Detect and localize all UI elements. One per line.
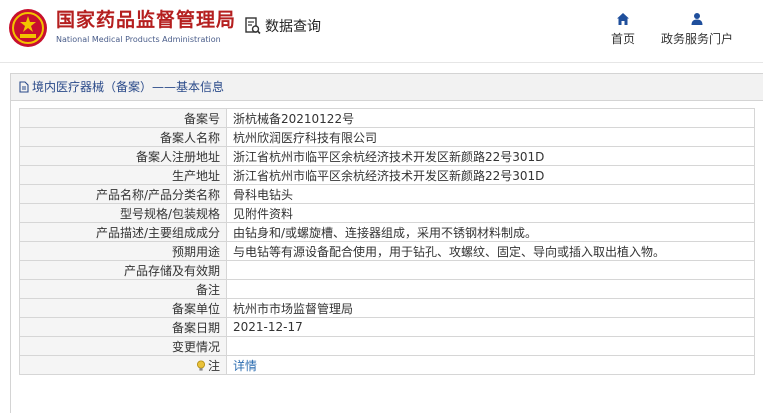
top-nav: 首页 政务服务门户 (585, 12, 733, 47)
table-row: 备注 (19, 279, 755, 299)
row-value: 浙江省杭州市临平区余杭经济技术开发区新颜路22号301D (226, 146, 755, 166)
row-value: 与电钻等有源设备配合使用，用于钻孔、攻螺纹、固定、导向或插入取出植入物。 (226, 241, 755, 261)
table-row: 注 详情 (19, 355, 755, 375)
row-key: 备案日期 (19, 317, 227, 337)
row-value: 见附件资料 (226, 203, 755, 223)
site-name: 国家药品监督管理局 (56, 9, 237, 31)
row-key: 产品名称/产品分类名称 (19, 184, 227, 204)
table-row: 备案号 浙杭械备20210122号 (19, 108, 755, 128)
details-link[interactable]: 详情 (233, 359, 257, 373)
row-value: 详情 (226, 355, 755, 375)
home-icon (616, 13, 629, 25)
row-value (226, 260, 755, 280)
row-value: 由钻身和/或螺旋槽、连接器组成，采用不锈钢材料制成。 (226, 222, 755, 242)
row-key: 产品存储及有效期 (19, 260, 227, 280)
table-row: 型号规格/包装规格 见附件资料 (19, 203, 755, 223)
row-value: 杭州欣润医疗科技有限公司 (226, 127, 755, 147)
row-key: 型号规格/包装规格 (19, 203, 227, 223)
detail-table: 备案号 浙杭械备20210122号 备案人名称 杭州欣润医疗科技有限公司 备案人注册… (19, 108, 755, 375)
row-key: 预期用途 (19, 241, 227, 261)
table-row: 预期用途 与电钻等有源设备配合使用，用于钻孔、攻螺纹、固定、导向或插入取出植入物。 (19, 241, 755, 261)
row-value: 骨科电钻头 (226, 184, 755, 204)
row-value: 浙杭械备20210122号 (226, 108, 755, 128)
panel-title-text: 境内医疗器械（备案）——基本信息 (32, 80, 225, 94)
row-key: 备案号 (19, 108, 227, 128)
note-key-label: 注 (207, 358, 220, 373)
table-row: 备案人注册地址 浙江省杭州市临平区余杭经济技术开发区新颜路22号301D (19, 146, 755, 166)
row-value (226, 279, 755, 299)
row-key: 产品描述/主要组成成分 (19, 222, 227, 242)
site-header: 国家药品监督管理局 National Medical Products Admi… (0, 0, 763, 63)
table-row: 备案日期 2021-12-17 (19, 317, 755, 337)
table-row: 产品名称/产品分类名称 骨科电钻头 (19, 184, 755, 204)
site-brand[interactable]: 国家药品监督管理局 National Medical Products Admi… (56, 8, 236, 46)
row-key: 备案人注册地址 (19, 146, 227, 166)
row-value (226, 336, 755, 356)
panel-title: 境内医疗器械（备案）——基本信息 (11, 74, 763, 101)
detail-panel: 境内医疗器械（备案）——基本信息 备案号 浙杭械备20210122号 备案人名称杭… (10, 73, 763, 413)
nav-home-label: 首页 (610, 32, 635, 46)
nav-gov-portal-label: 政务服务门户 (660, 32, 733, 46)
nav-home[interactable]: 首页 (611, 12, 635, 47)
data-query-label: 数据查询 (265, 19, 321, 35)
table-row: 变更情况 (19, 336, 755, 356)
table-row: 生产地址 浙江省杭州市临平区余杭经济技术开发区新颜路22号301D (19, 165, 755, 185)
search-document-icon (245, 17, 261, 35)
row-value: 浙江省杭州市临平区余杭经济技术开发区新颜路22号301D (226, 165, 755, 185)
row-key: 变更情况 (19, 336, 227, 356)
row-key: 备注 (19, 279, 227, 299)
data-query-link[interactable]: 数据查询 (245, 16, 321, 36)
row-value: 杭州市市场监督管理局 (226, 298, 755, 318)
table-row: 备案人名称 杭州欣润医疗科技有限公司 (19, 127, 755, 147)
national-emblem-logo[interactable] (8, 8, 48, 48)
table-row: 备案单位 杭州市市场监督管理局 (19, 298, 755, 318)
row-value: 2021-12-17 (226, 317, 755, 337)
row-key: 注 (19, 355, 227, 375)
row-key: 生产地址 (19, 165, 227, 185)
site-name-en: National Medical Products Administration (56, 35, 221, 44)
lightbulb-icon (196, 360, 205, 371)
nav-gov-portal[interactable]: 政务服务门户 (661, 12, 733, 47)
table-row: 产品描述/主要组成成分 由钻身和/或螺旋槽、连接器组成，采用不锈钢材料制成。 (19, 222, 755, 242)
document-icon (19, 81, 29, 93)
table-row: 产品存储及有效期 (19, 260, 755, 280)
row-key: 备案单位 (19, 298, 227, 318)
row-key: 备案人名称 (19, 127, 227, 147)
user-icon (691, 13, 703, 25)
